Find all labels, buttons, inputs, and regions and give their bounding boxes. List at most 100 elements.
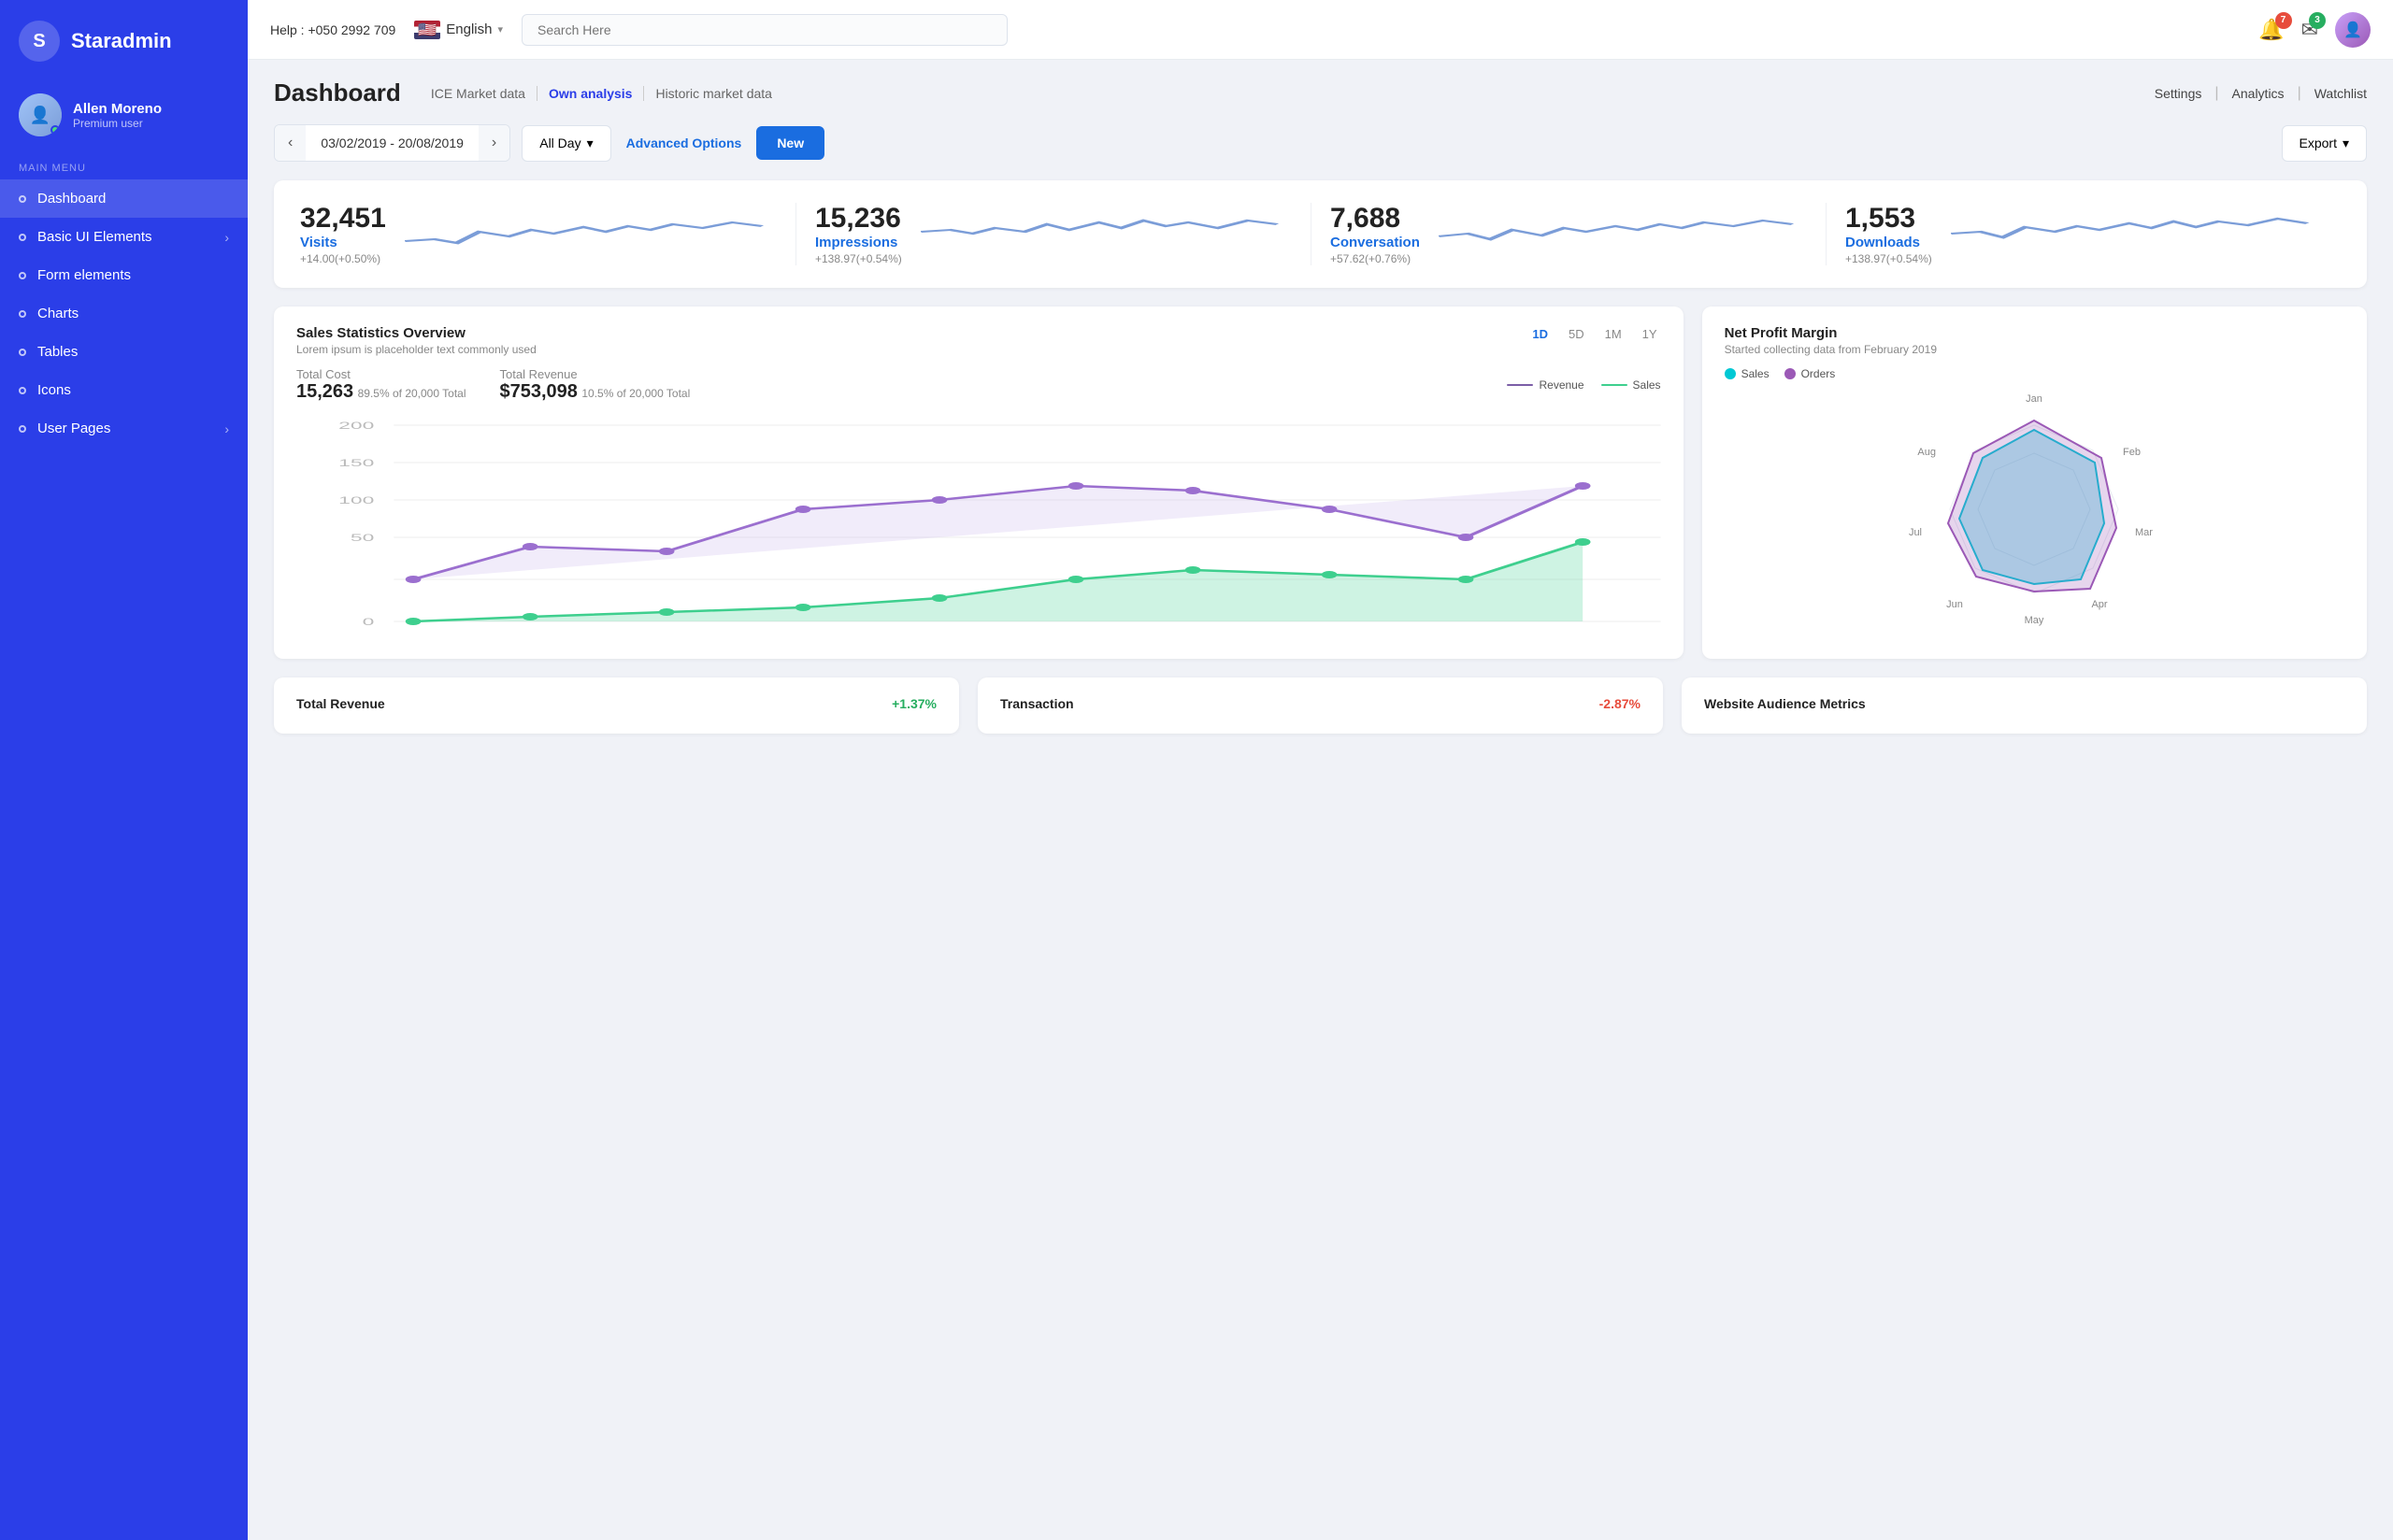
sales-legend-label: Sales [1633,378,1661,392]
dashboard-header: Dashboard ICE Market data Own analysis H… [274,78,2367,107]
toolbar: ‹ 03/02/2019 - 20/08/2019 › All Day ▾ Ad… [274,124,2367,162]
tab-historic[interactable]: Historic market data [644,86,782,101]
bottom-card-transaction: Transaction -2.87% [978,677,1663,734]
stat-label: Impressions [815,235,902,250]
date-range-label: 03/02/2019 - 20/08/2019 [306,126,479,160]
tab-own-analysis[interactable]: Own analysis [537,86,644,101]
bottom-card-change: +1.37% [892,696,937,711]
sidebar-item-label: Charts [37,306,79,321]
net-profit-legend: Sales Orders [1725,367,2344,380]
orders-legend-dot [1784,368,1796,379]
brand-icon: S [19,21,60,62]
notifications-badge: 7 [2275,12,2292,29]
svg-text:Apr: Apr [2092,599,2108,610]
period-1m[interactable]: 1M [1601,325,1626,343]
total-revenue-label: Total Revenue [500,367,691,381]
stat-card-conversation: 7,688 Conversation +57.62(+0.76%) [1311,203,1827,265]
dashboard-tabs: ICE Market data Own analysis Historic ma… [420,86,783,101]
messages-button[interactable]: ✉ 3 [2301,18,2318,42]
user-info: Allen Moreno Premium user [73,101,162,130]
sidebar-brand: S Staradmin [0,0,248,82]
allday-button[interactable]: All Day ▾ [522,125,610,162]
total-revenue-pct: 10.5% of 20,000 Total [581,387,690,400]
stat-label: Downloads [1845,235,1932,250]
dashboard-nav: Settings | Analytics | Watchlist [2155,85,2367,102]
settings-link[interactable]: Settings [2155,86,2202,101]
language-label: English [446,21,492,37]
nav-dot [19,272,26,279]
stat-value: 1,553 [1845,203,1932,235]
sales-chart-card: Sales Statistics Overview Lorem ipsum is… [274,307,1684,659]
user-name: Allen Moreno [73,101,162,117]
orders-legend-label: Orders [1801,367,1836,380]
sidebar-item-icons[interactable]: Icons [0,371,248,409]
total-cost-label: Total Cost [296,367,466,381]
dashboard-title-area: Dashboard ICE Market data Own analysis H… [274,78,783,107]
chevron-right-icon: › [224,230,229,245]
stat-sparkline-visits [405,213,777,255]
sidebar-item-label: Tables [37,344,78,360]
analytics-link[interactable]: Analytics [2232,86,2285,101]
svg-text:Feb: Feb [2123,447,2141,458]
stat-change: +138.97(+0.54%) [815,252,902,265]
sales-legend-dot [1725,368,1736,379]
bottom-card-change: -2.87% [1599,696,1641,711]
svg-text:May: May [2025,615,2044,626]
sidebar-item-tables[interactable]: Tables [0,333,248,371]
date-prev-button[interactable]: ‹ [275,125,306,161]
stat-value: 7,688 [1330,203,1420,235]
bottom-card-header: Website Audience Metrics [1704,696,2344,711]
tab-ice-market[interactable]: ICE Market data [420,86,537,101]
sales-legend-icon [1601,384,1627,386]
net-profit-title: Net Profit Margin [1725,325,1937,341]
avatar: 👤 [19,93,62,136]
svg-text:Jun: Jun [1946,599,1963,610]
flag-icon: 🇺🇸 [414,21,440,39]
period-1d[interactable]: 1D [1528,325,1552,343]
sidebar-item-label: Icons [37,382,71,398]
search-input[interactable] [522,14,1008,46]
svg-text:Mar: Mar [2135,527,2153,538]
sidebar-item-label: Basic UI Elements [37,229,152,245]
sidebar-item-form[interactable]: Form elements [0,256,248,294]
bottom-card-header: Transaction -2.87% [1000,696,1641,711]
bottom-card-revenue: Total Revenue +1.37% [274,677,959,734]
stat-sparkline-downloads [1951,213,2322,255]
user-avatar-button[interactable]: 👤 [2335,12,2371,48]
stat-change: +57.62(+0.76%) [1330,252,1420,265]
chart-legend: Revenue Sales [1507,367,1660,403]
svg-text:200: 200 [338,420,374,431]
notifications-button[interactable]: 🔔 7 [2258,18,2284,42]
menu-label: Main Menu [0,155,248,179]
nav-dot [19,425,26,433]
advanced-options-button[interactable]: Advanced Options [623,126,746,160]
new-button[interactable]: New [756,126,824,160]
nav-dot [19,234,26,241]
bottom-card-audience: Website Audience Metrics [1682,677,2367,734]
period-1y[interactable]: 1Y [1639,325,1661,343]
export-button[interactable]: Export ▾ [2282,125,2368,162]
chart-period-selector: 1D 5D 1M 1Y [1528,325,1660,343]
total-revenue-value: $753,098 [500,381,578,402]
stat-sparkline-conversation [1439,213,1807,255]
sidebar-item-charts[interactable]: Charts [0,294,248,333]
sidebar-item-user-pages[interactable]: User Pages › [0,409,248,448]
nav-dot [19,310,26,318]
stat-change: +14.00(+0.50%) [300,252,386,265]
sidebar-item-basic-ui[interactable]: Basic UI Elements › [0,218,248,256]
messages-badge: 3 [2309,12,2326,29]
date-next-button[interactable]: › [479,125,509,161]
sidebar-item-dashboard[interactable]: Dashboard [0,179,248,218]
charts-row: Sales Statistics Overview Lorem ipsum is… [274,307,2367,659]
sidebar-item-label: Dashboard [37,191,106,207]
period-5d[interactable]: 5D [1565,325,1588,343]
sales-chart-subtitle: Lorem ipsum is placeholder text commonly… [296,343,537,356]
language-selector[interactable]: 🇺🇸 English ▾ [414,21,503,39]
net-profit-header: Net Profit Margin Started collecting dat… [1725,325,2344,356]
stat-label: Visits [300,235,386,250]
chevron-down-icon: ▾ [497,23,503,36]
revenue-legend-icon [1507,384,1533,386]
watchlist-link[interactable]: Watchlist [2314,86,2367,101]
main-content: Help : +050 2992 709 🇺🇸 English ▾ 🔔 7 ✉ … [248,0,2393,1540]
sales-chart-title: Sales Statistics Overview [296,325,537,341]
